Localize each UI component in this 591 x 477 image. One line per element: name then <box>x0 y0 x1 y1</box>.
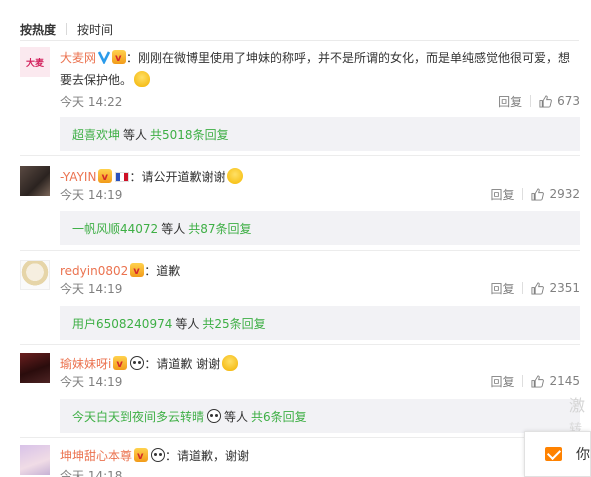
thumbs-up-icon <box>531 281 545 295</box>
sub-reply-text: 等人 <box>175 316 200 331</box>
comment-username[interactable]: 大麦网 <box>60 51 96 65</box>
sub-reply-summary[interactable]: 一帆风顺44072 等人 共87条回复 <box>60 211 580 245</box>
floating-message-label: 你 <box>576 447 590 463</box>
sub-reply-text: 等人 <box>224 409 249 424</box>
thumbs-up-icon <box>539 94 552 108</box>
hug-emoji-icon <box>134 71 151 87</box>
action-separator <box>522 375 524 387</box>
comment-text-line: 坤坤甜心本尊 ：请道歉，谢谢 <box>60 445 580 468</box>
avatar[interactable] <box>20 353 50 383</box>
comment-meta: 今天 14:18 回复 <box>60 467 580 477</box>
sort-by-hot-tab[interactable]: 按热度 <box>20 21 56 38</box>
smile-emoji-icon <box>227 168 244 184</box>
sub-reply-count-link[interactable]: 共25条回复 <box>202 315 265 332</box>
sort-separator <box>66 23 68 35</box>
comment-username[interactable]: 坤坤甜心本尊 <box>60 449 132 463</box>
comment-actions: 回复 2145 <box>490 373 580 390</box>
sub-reply-summary[interactable]: 超喜欢坤 等人 共5018条回复 <box>60 117 580 151</box>
avatar[interactable] <box>20 260 50 290</box>
like-count: 2351 <box>549 281 580 295</box>
comment-divider <box>20 344 580 345</box>
thumbs-up-icon <box>531 187 545 201</box>
like-button[interactable]: 2932 <box>531 187 580 201</box>
avatar-logo-text: 大麦 <box>25 58 44 69</box>
like-button[interactable]: 2351 <box>531 281 580 295</box>
vip-badge-icon <box>113 354 128 376</box>
comment-time: 今天 14:19 <box>60 374 123 389</box>
comment-divider <box>20 155 580 156</box>
comment-time: 今天 14:18 <box>60 468 123 477</box>
sort-divider <box>20 40 579 41</box>
like-count: 2145 <box>549 374 580 388</box>
sub-reply-count-link[interactable]: 共5018条回复 <box>150 126 229 143</box>
watermark-text: 激 <box>569 396 586 415</box>
avatar[interactable]: 大麦 <box>20 47 50 77</box>
panda-emoji-icon <box>130 356 145 370</box>
comment-actions: 回复 2351 <box>490 280 580 297</box>
comment-divider <box>20 437 580 438</box>
sub-reply-count-link[interactable]: 共6条回复 <box>251 408 307 425</box>
like-count: 2932 <box>549 187 580 201</box>
comment-actions: 回复 2932 <box>490 186 580 203</box>
thumbs-up-icon <box>531 374 545 388</box>
sub-reply-username[interactable]: 用户6508240974 <box>72 315 172 332</box>
floating-message-button[interactable]: 你 <box>524 431 591 477</box>
comment-text: ：请道歉 谢谢 <box>144 357 221 371</box>
sub-reply-username[interactable]: 今天白天到夜间多云转晴 <box>72 408 204 425</box>
reply-button[interactable]: 回复 <box>490 186 514 203</box>
like-button[interactable]: 673 <box>539 94 580 108</box>
verified-v-icon <box>98 51 111 64</box>
comment-text-line: 大麦网：刚刚在微博里使用了坤妹的称呼，并不是所谓的女化，而是单纯感觉他很可爱，想… <box>60 47 580 91</box>
comment-text: ：请道歉，谢谢 <box>165 449 250 463</box>
comment-time: 今天 14:22 <box>60 94 123 109</box>
reply-button[interactable]: 回复 <box>498 93 522 110</box>
sort-bar: 按热度 按时间 <box>20 20 113 38</box>
comment-body: 坤坤甜心本尊 ：请道歉，谢谢 <box>60 445 580 468</box>
sub-reply-username[interactable]: 超喜欢坤 <box>72 126 120 143</box>
action-separator <box>522 188 524 200</box>
comment-time: 今天 14:19 <box>60 187 123 202</box>
comment-username[interactable]: redyin0802 <box>60 264 128 278</box>
hug-emoji-icon <box>222 355 239 371</box>
mail-icon <box>545 447 562 461</box>
panda-emoji-icon <box>207 409 222 423</box>
comment-text: ：请公开道歉谢谢 <box>129 170 226 184</box>
action-separator <box>530 95 532 107</box>
vip-badge-icon <box>130 261 145 283</box>
comment-divider <box>20 250 580 251</box>
avatar[interactable] <box>20 166 50 196</box>
comment-meta: 今天 14:22 回复 673 <box>60 93 580 109</box>
like-count: 673 <box>557 94 580 108</box>
sub-reply-username[interactable]: 一帆风顺44072 <box>72 220 158 237</box>
vip-badge-icon <box>134 446 149 468</box>
avatar[interactable] <box>20 445 50 475</box>
sub-reply-count-link[interactable]: 共87条回复 <box>188 220 251 237</box>
vip-badge-icon <box>112 48 127 70</box>
sub-reply-text: 等人 <box>123 127 148 142</box>
sort-by-time-tab[interactable]: 按时间 <box>77 21 113 38</box>
comment-body: 大麦网：刚刚在微博里使用了坤妹的称呼，并不是所谓的女化，而是单纯感觉他很可爱，想… <box>60 47 580 91</box>
sub-reply-text: 等人 <box>161 221 186 236</box>
comment-actions: 回复 673 <box>498 93 580 110</box>
comment-username[interactable]: 瑜妹妹呀i <box>60 357 111 371</box>
panda-emoji-icon <box>151 448 166 462</box>
comment-time: 今天 14:19 <box>60 281 123 296</box>
comment-meta: 今天 14:19 回复 2932 <box>60 186 580 202</box>
action-separator <box>522 282 524 294</box>
sub-reply-summary[interactable]: 今天白天到夜间多云转晴 等人 共6条回复 <box>60 399 580 433</box>
comment-text: ：道歉 <box>144 264 181 278</box>
france-flag-icon <box>115 172 130 182</box>
reply-button[interactable]: 回复 <box>490 280 514 297</box>
reply-button[interactable]: 回复 <box>490 373 514 390</box>
sub-reply-summary[interactable]: 用户6508240974 等人 共25条回复 <box>60 306 580 340</box>
comment-meta: 今天 14:19 回复 2351 <box>60 280 580 296</box>
comment-username[interactable]: -YAYIN <box>60 170 96 184</box>
comment-meta: 今天 14:19 回复 2145 <box>60 373 580 389</box>
like-button[interactable]: 2145 <box>531 374 580 388</box>
vip-badge-icon <box>98 167 113 189</box>
